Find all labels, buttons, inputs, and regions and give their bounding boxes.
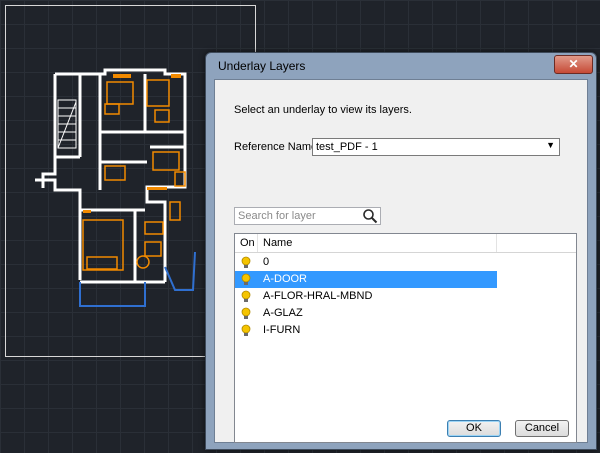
layer-row[interactable]: 0 xyxy=(235,254,497,271)
dialog-client-area: Select an underlay to view its layers. R… xyxy=(214,79,588,443)
list-header: On Name xyxy=(235,234,576,253)
layer-row[interactable]: I-FURN xyxy=(235,322,497,339)
close-button[interactable]: ✕ xyxy=(554,55,593,74)
search-icon[interactable] xyxy=(362,208,378,224)
search-layer-input[interactable]: Search for layer xyxy=(234,207,381,225)
ok-button[interactable]: OK xyxy=(447,420,501,437)
chevron-down-icon: ▼ xyxy=(546,140,555,150)
layer-list[interactable]: On Name 0 A-DOOR A-FLOR-HRAL-MBND A-GLAZ… xyxy=(234,233,577,443)
lightbulb-icon[interactable] xyxy=(240,307,252,321)
column-header-on[interactable]: On xyxy=(240,237,255,249)
column-divider[interactable] xyxy=(257,234,258,252)
layer-row-selected[interactable]: A-DOOR xyxy=(235,271,497,288)
layer-row[interactable]: A-GLAZ xyxy=(235,305,497,322)
layer-name: 0 xyxy=(263,256,270,268)
floor-plan-underlay[interactable] xyxy=(35,62,200,312)
lightbulb-icon[interactable] xyxy=(240,256,252,270)
reference-name-dropdown[interactable]: test_PDF - 1 ▼ xyxy=(312,138,560,156)
layer-row[interactable]: A-FLOR-HRAL-MBND xyxy=(235,288,497,305)
lightbulb-icon[interactable] xyxy=(240,324,252,338)
lightbulb-icon[interactable] xyxy=(240,273,252,287)
close-icon: ✕ xyxy=(568,57,579,71)
search-placeholder: Search for layer xyxy=(238,210,316,222)
dialog-title: Underlay Layers xyxy=(218,59,306,73)
column-header-name[interactable]: Name xyxy=(263,237,292,249)
layer-name: A-FLOR-HRAL-MBND xyxy=(263,290,373,302)
layer-name: I-FURN xyxy=(263,324,301,336)
dialog-titlebar[interactable]: Underlay Layers ✕ xyxy=(206,53,596,79)
reference-name-label: Reference Name: xyxy=(234,141,321,153)
underlay-layers-dialog: Underlay Layers ✕ Select an underlay to … xyxy=(205,52,597,450)
lightbulb-icon[interactable] xyxy=(240,290,252,304)
cancel-button[interactable]: Cancel xyxy=(515,420,569,437)
instruction-text: Select an underlay to view its layers. xyxy=(234,104,412,116)
column-divider[interactable] xyxy=(496,234,497,252)
layer-name: A-GLAZ xyxy=(263,307,303,319)
layer-name: A-DOOR xyxy=(263,273,307,285)
reference-name-value: test_PDF - 1 xyxy=(316,141,378,153)
